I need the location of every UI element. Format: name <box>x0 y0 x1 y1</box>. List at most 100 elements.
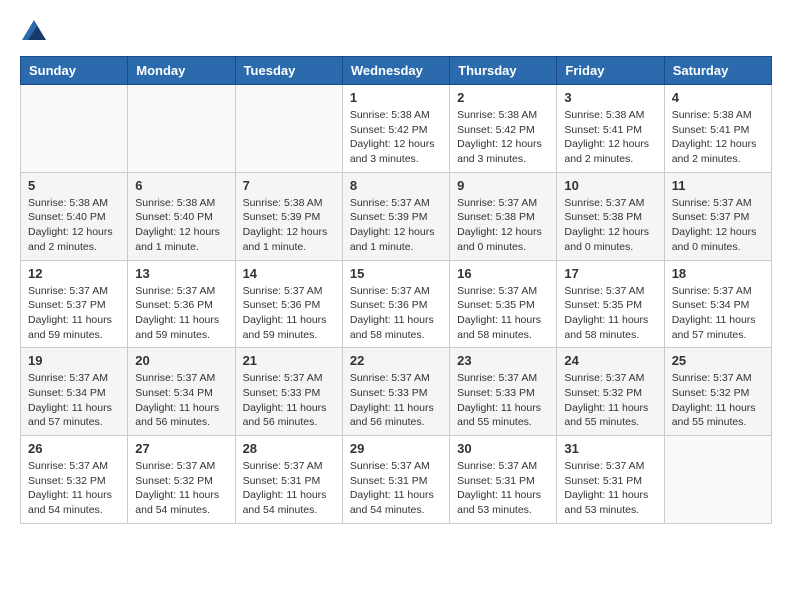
day-info: Sunrise: 5:37 AM Sunset: 5:33 PM Dayligh… <box>243 371 335 430</box>
day-info: Sunrise: 5:38 AM Sunset: 5:41 PM Dayligh… <box>564 108 656 167</box>
calendar-cell: 31 Sunrise: 5:37 AM Sunset: 5:31 PM Dayli… <box>557 436 664 524</box>
day-info: Sunrise: 5:38 AM Sunset: 5:40 PM Dayligh… <box>135 196 227 255</box>
calendar-cell: 20 Sunrise: 5:37 AM Sunset: 5:34 PM Dayli… <box>128 348 235 436</box>
logo <box>20 20 46 40</box>
day-info: Sunrise: 5:37 AM Sunset: 5:36 PM Dayligh… <box>350 284 442 343</box>
calendar-cell <box>235 85 342 173</box>
column-header-thursday: Thursday <box>450 57 557 85</box>
column-header-monday: Monday <box>128 57 235 85</box>
day-number: 7 <box>243 178 335 193</box>
calendar-cell <box>664 436 771 524</box>
day-info: Sunrise: 5:37 AM Sunset: 5:31 PM Dayligh… <box>350 459 442 518</box>
calendar-cell: 14 Sunrise: 5:37 AM Sunset: 5:36 PM Dayli… <box>235 260 342 348</box>
day-number: 26 <box>28 441 120 456</box>
day-info: Sunrise: 5:37 AM Sunset: 5:36 PM Dayligh… <box>243 284 335 343</box>
day-info: Sunrise: 5:37 AM Sunset: 5:34 PM Dayligh… <box>135 371 227 430</box>
calendar-cell: 30 Sunrise: 5:37 AM Sunset: 5:31 PM Dayli… <box>450 436 557 524</box>
calendar-cell: 8 Sunrise: 5:37 AM Sunset: 5:39 PM Daylig… <box>342 172 449 260</box>
day-info: Sunrise: 5:37 AM Sunset: 5:38 PM Dayligh… <box>564 196 656 255</box>
calendar-cell: 25 Sunrise: 5:37 AM Sunset: 5:32 PM Dayli… <box>664 348 771 436</box>
day-info: Sunrise: 5:38 AM Sunset: 5:42 PM Dayligh… <box>457 108 549 167</box>
day-info: Sunrise: 5:37 AM Sunset: 5:34 PM Dayligh… <box>28 371 120 430</box>
calendar-cell <box>21 85 128 173</box>
calendar-cell: 16Sunrise: 5:37 AM Sunset: 5:35 PM Dayli… <box>450 260 557 348</box>
day-number: 25 <box>672 353 764 368</box>
calendar-week-row: 12 Sunrise: 5:37 AM Sunset: 5:37 PM Dayli… <box>21 260 772 348</box>
calendar-cell: 27 Sunrise: 5:37 AM Sunset: 5:32 PM Dayli… <box>128 436 235 524</box>
day-number: 31 <box>564 441 656 456</box>
calendar-week-row: 19 Sunrise: 5:37 AM Sunset: 5:34 PM Dayli… <box>21 348 772 436</box>
day-info: Sunrise: 5:37 AM Sunset: 5:35 PM Dayligh… <box>564 284 656 343</box>
day-info: Sunrise: 5:37 AM Sunset: 5:33 PM Dayligh… <box>350 371 442 430</box>
calendar-cell: 5 Sunrise: 5:38 AM Sunset: 5:40 PM Daylig… <box>21 172 128 260</box>
day-info: Sunrise: 5:37 AM Sunset: 5:32 PM Dayligh… <box>564 371 656 430</box>
day-info: Sunrise: 5:37 AM Sunset: 5:37 PM Dayligh… <box>28 284 120 343</box>
calendar-cell: 28 Sunrise: 5:37 AM Sunset: 5:31 PM Dayli… <box>235 436 342 524</box>
day-info: Sunrise: 5:37 AM Sunset: 5:31 PM Dayligh… <box>243 459 335 518</box>
calendar-cell: 13 Sunrise: 5:37 AM Sunset: 5:36 PM Dayli… <box>128 260 235 348</box>
calendar-header-row: SundayMondayTuesdayWednesdayThursdayFrid… <box>21 57 772 85</box>
day-info: Sunrise: 5:38 AM Sunset: 5:42 PM Dayligh… <box>350 108 442 167</box>
calendar-cell: 26 Sunrise: 5:37 AM Sunset: 5:32 PM Dayli… <box>21 436 128 524</box>
day-number: 28 <box>243 441 335 456</box>
day-number: 30 <box>457 441 549 456</box>
column-header-friday: Friday <box>557 57 664 85</box>
day-info: Sunrise: 5:38 AM Sunset: 5:39 PM Dayligh… <box>243 196 335 255</box>
calendar-cell: 4Sunrise: 5:38 AM Sunset: 5:41 PM Daylig… <box>664 85 771 173</box>
day-number: 29 <box>350 441 442 456</box>
column-header-tuesday: Tuesday <box>235 57 342 85</box>
calendar-cell: 21Sunrise: 5:37 AM Sunset: 5:33 PM Dayli… <box>235 348 342 436</box>
day-info: Sunrise: 5:37 AM Sunset: 5:32 PM Dayligh… <box>672 371 764 430</box>
day-info: Sunrise: 5:37 AM Sunset: 5:39 PM Dayligh… <box>350 196 442 255</box>
logo-icon <box>22 20 46 40</box>
day-number: 15 <box>350 266 442 281</box>
day-number: 9 <box>457 178 549 193</box>
calendar-cell: 19 Sunrise: 5:37 AM Sunset: 5:34 PM Dayli… <box>21 348 128 436</box>
day-info: Sunrise: 5:38 AM Sunset: 5:41 PM Dayligh… <box>672 108 764 167</box>
day-info: Sunrise: 5:37 AM Sunset: 5:33 PM Dayligh… <box>457 371 549 430</box>
calendar-cell: 15 Sunrise: 5:37 AM Sunset: 5:36 PM Dayli… <box>342 260 449 348</box>
day-number: 11 <box>672 178 764 193</box>
day-number: 20 <box>135 353 227 368</box>
day-info: Sunrise: 5:37 AM Sunset: 5:31 PM Dayligh… <box>564 459 656 518</box>
day-number: 19 <box>28 353 120 368</box>
calendar-cell: 3 Sunrise: 5:38 AM Sunset: 5:41 PM Daylig… <box>557 85 664 173</box>
calendar-cell: 12 Sunrise: 5:37 AM Sunset: 5:37 PM Dayli… <box>21 260 128 348</box>
calendar-week-row: 5 Sunrise: 5:38 AM Sunset: 5:40 PM Daylig… <box>21 172 772 260</box>
day-number: 27 <box>135 441 227 456</box>
day-number: 24 <box>564 353 656 368</box>
column-header-sunday: Sunday <box>21 57 128 85</box>
day-number: 22 <box>350 353 442 368</box>
day-info: Sunrise: 5:37 AM Sunset: 5:31 PM Dayligh… <box>457 459 549 518</box>
calendar-cell: 1 Sunrise: 5:38 AM Sunset: 5:42 PM Daylig… <box>342 85 449 173</box>
day-number: 14 <box>243 266 335 281</box>
day-number: 12 <box>28 266 120 281</box>
calendar-cell: 9 Sunrise: 5:37 AM Sunset: 5:38 PM Daylig… <box>450 172 557 260</box>
calendar-week-row: 1 Sunrise: 5:38 AM Sunset: 5:42 PM Daylig… <box>21 85 772 173</box>
day-number: 8 <box>350 178 442 193</box>
day-number: 5 <box>28 178 120 193</box>
calendar-cell: 10Sunrise: 5:37 AM Sunset: 5:38 PM Dayli… <box>557 172 664 260</box>
day-info: Sunrise: 5:38 AM Sunset: 5:40 PM Dayligh… <box>28 196 120 255</box>
column-header-saturday: Saturday <box>664 57 771 85</box>
day-number: 23 <box>457 353 549 368</box>
calendar-cell: 17Sunrise: 5:37 AM Sunset: 5:35 PM Dayli… <box>557 260 664 348</box>
column-header-wednesday: Wednesday <box>342 57 449 85</box>
calendar-cell: 18Sunrise: 5:37 AM Sunset: 5:34 PM Dayli… <box>664 260 771 348</box>
day-info: Sunrise: 5:37 AM Sunset: 5:38 PM Dayligh… <box>457 196 549 255</box>
day-number: 1 <box>350 90 442 105</box>
calendar-table: SundayMondayTuesdayWednesdayThursdayFrid… <box>20 56 772 524</box>
day-info: Sunrise: 5:37 AM Sunset: 5:36 PM Dayligh… <box>135 284 227 343</box>
day-info: Sunrise: 5:37 AM Sunset: 5:34 PM Dayligh… <box>672 284 764 343</box>
calendar-cell: 2 Sunrise: 5:38 AM Sunset: 5:42 PM Daylig… <box>450 85 557 173</box>
day-number: 13 <box>135 266 227 281</box>
day-info: Sunrise: 5:37 AM Sunset: 5:32 PM Dayligh… <box>135 459 227 518</box>
calendar-cell: 23 Sunrise: 5:37 AM Sunset: 5:33 PM Dayli… <box>450 348 557 436</box>
day-number: 2 <box>457 90 549 105</box>
calendar-cell: 7 Sunrise: 5:38 AM Sunset: 5:39 PM Daylig… <box>235 172 342 260</box>
day-number: 6 <box>135 178 227 193</box>
day-info: Sunrise: 5:37 AM Sunset: 5:32 PM Dayligh… <box>28 459 120 518</box>
day-number: 3 <box>564 90 656 105</box>
calendar-cell <box>128 85 235 173</box>
calendar-cell: 11Sunrise: 5:37 AM Sunset: 5:37 PM Dayli… <box>664 172 771 260</box>
